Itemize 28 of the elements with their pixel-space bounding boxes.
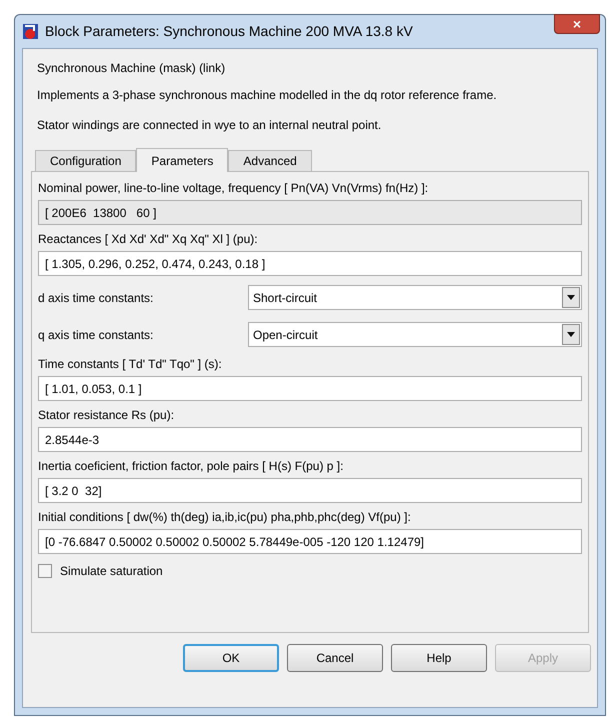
input-field[interactable]: [ 3.2 0 32] bbox=[38, 478, 582, 503]
dialog-button[interactable]: Cancel bbox=[287, 644, 383, 672]
input-field[interactable]: 2.8544e-3 bbox=[38, 427, 582, 452]
dropdown[interactable]: Open-circuit bbox=[248, 322, 582, 347]
description-text: Implements a 3-phase synchronous machine modelled in the dq rotor reference frame. bbox=[37, 87, 498, 103]
input-field[interactable]: [0 -76.6847 0.50002 0.50002 0.50002 5.78449e-005 -120 120 1.12479] bbox=[38, 529, 582, 554]
dropdown[interactable]: Short-circuit bbox=[248, 285, 582, 310]
field-label: Initial conditions [ dw(%) th(deg) ia,ib,ic(pu) pha,phb,phc(deg) Vf(pu) ]: bbox=[38, 509, 412, 525]
dialog-button[interactable]: Help bbox=[391, 644, 487, 672]
close-button[interactable]: × bbox=[554, 14, 600, 34]
tab[interactable]: Configuration bbox=[35, 150, 136, 171]
app-icon bbox=[22, 23, 39, 40]
field-label: Nominal power, line-to-line voltage, frequency [ Pn(VA) Vn(Vrms) fn(Hz) ]: bbox=[38, 180, 430, 196]
tab[interactable]: Parameters bbox=[136, 148, 228, 172]
input-field[interactable]: [ 1.305, 0.296, 0.252, 0.474, 0.243, 0.18 ] bbox=[38, 251, 582, 276]
tab[interactable]: Advanced bbox=[228, 150, 312, 171]
field-label: Stator resistance Rs (pu): bbox=[38, 407, 176, 423]
input-field[interactable]: [ 1.01, 0.053, 0.1 ] bbox=[38, 376, 582, 401]
field-label: Inertia coeficient, friction factor, pole pairs [ H(s) F(pu) p ]: bbox=[38, 458, 344, 474]
field-label: q axis time constants: bbox=[38, 326, 154, 344]
description-text: Stator windings are connected in wye to an internal neutral point. bbox=[37, 117, 382, 133]
block-name: Synchronous Machine (mask) (link) bbox=[37, 60, 226, 77]
checkbox[interactable]: Simulate saturation bbox=[38, 562, 582, 580]
field-label: d axis time constants: bbox=[38, 290, 154, 306]
dialog-button[interactable]: OK bbox=[183, 644, 279, 672]
field-label: Time constants [ Td' Td" Tqo" ] (s): bbox=[38, 356, 223, 372]
field-label: Reactances [ Xd Xd' Xd" Xq Xq" Xl ] (pu): bbox=[38, 231, 259, 247]
window-title: Block Parameters: Synchronous Machine 200 MVA 13.8 kV bbox=[45, 22, 413, 41]
